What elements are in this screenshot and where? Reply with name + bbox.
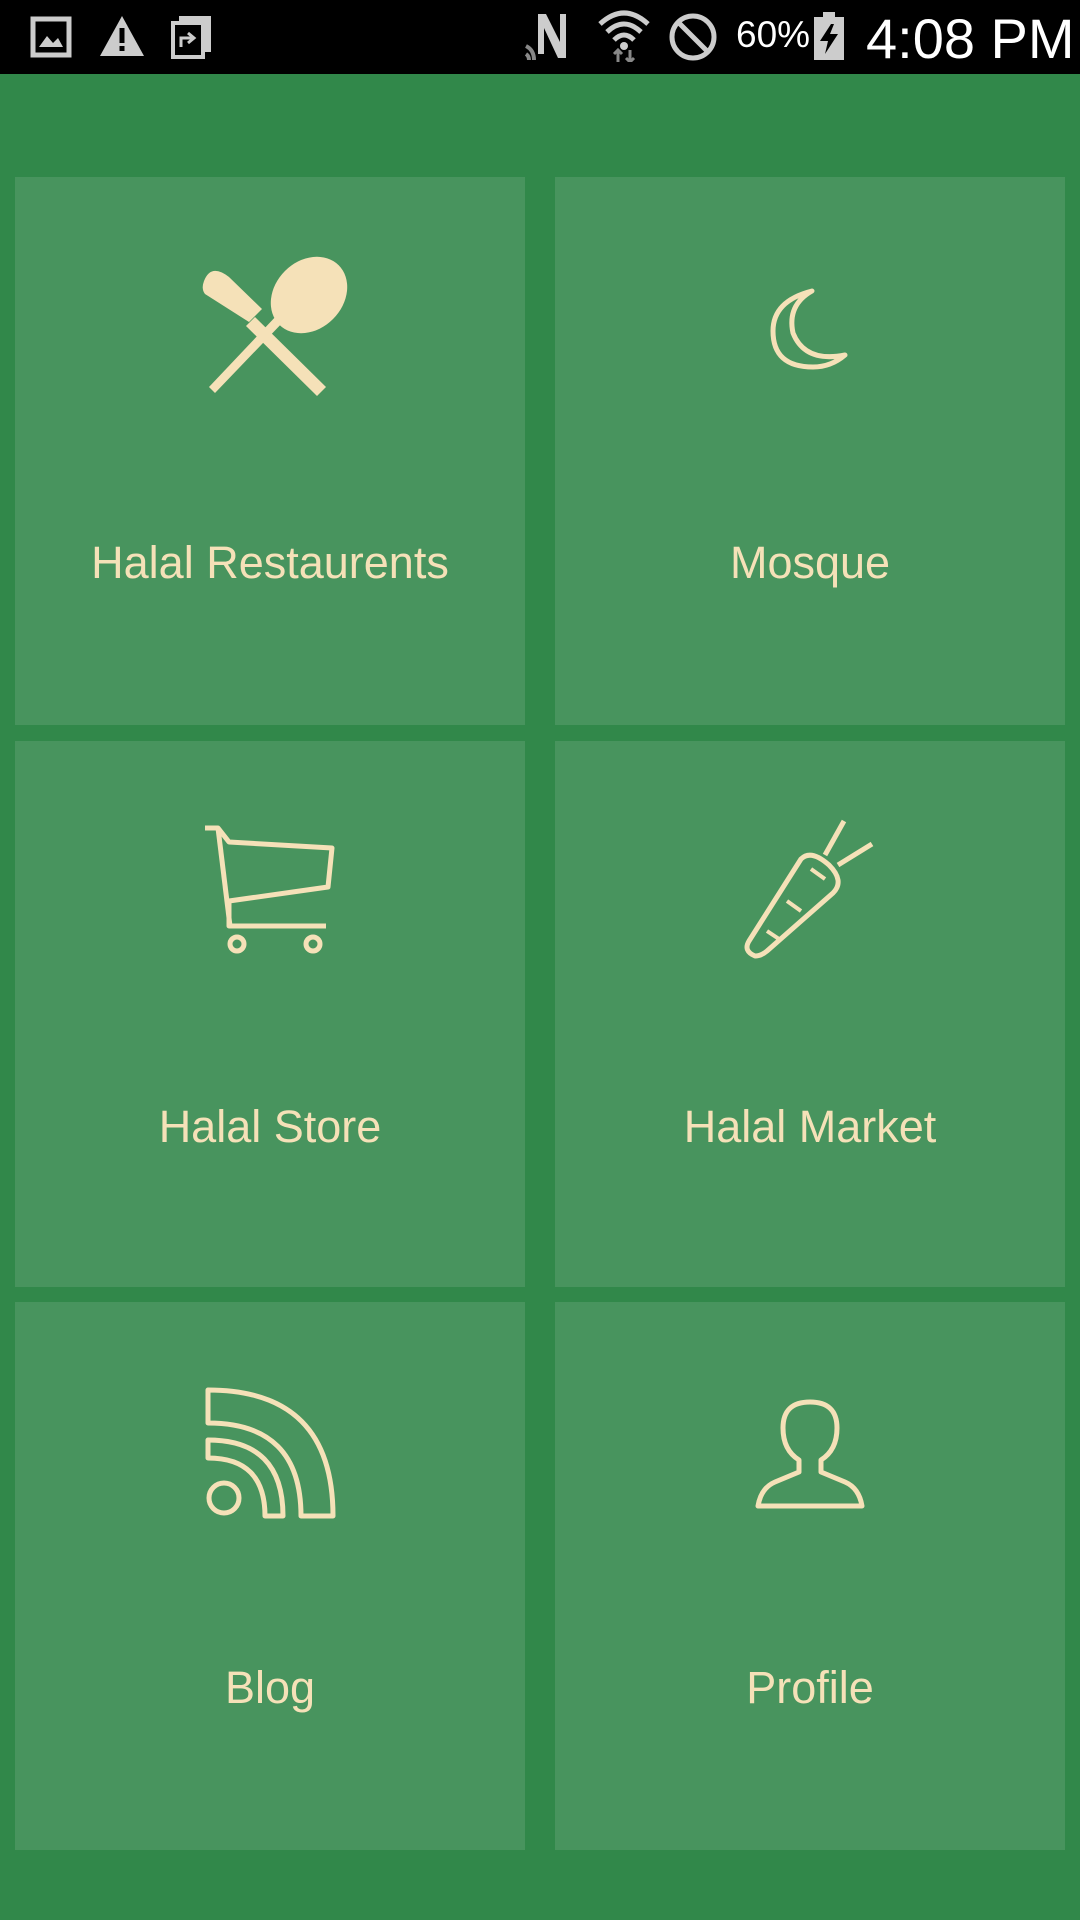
warning-icon xyxy=(100,16,144,56)
shopping-cart-icon xyxy=(205,825,335,954)
crescent-moon-icon xyxy=(770,288,848,370)
tile-label: Halal Store xyxy=(158,1101,382,1152)
nfc-icon xyxy=(524,14,566,61)
tile-label: Mosque xyxy=(729,537,891,588)
screen-share-icon xyxy=(171,16,211,59)
user-profile-icon xyxy=(755,1399,865,1509)
wifi-icon xyxy=(598,10,650,62)
tile-label: Blog xyxy=(224,1662,316,1713)
image-notification-icon xyxy=(30,16,72,58)
tile-mosque[interactable]: Mosque xyxy=(555,177,1065,725)
carrot-icon xyxy=(744,819,874,959)
fork-spoon-icon xyxy=(202,256,348,396)
tile-halal-market[interactable]: Halal Market xyxy=(555,741,1065,1287)
app-header xyxy=(0,74,1080,177)
tile-halal-store[interactable]: Halal Store xyxy=(15,741,525,1287)
battery-percentage: 60% xyxy=(736,14,811,55)
status-bar: 60% 4:08 PM xyxy=(0,0,1080,74)
do-not-disturb-icon xyxy=(669,13,717,61)
clock-time: 4:08 PM xyxy=(866,7,1075,70)
tile-label: Halal Restaurents xyxy=(91,537,449,588)
tile-blog[interactable]: Blog xyxy=(15,1302,525,1850)
battery-charging-icon xyxy=(814,12,844,60)
rss-feed-icon xyxy=(205,1387,336,1519)
tile-label: Profile xyxy=(746,1662,874,1713)
tile-halal-restaurents[interactable]: Halal Restaurents xyxy=(15,177,525,725)
tile-profile[interactable]: Profile xyxy=(555,1302,1065,1850)
tile-label: Halal Market xyxy=(683,1101,937,1152)
